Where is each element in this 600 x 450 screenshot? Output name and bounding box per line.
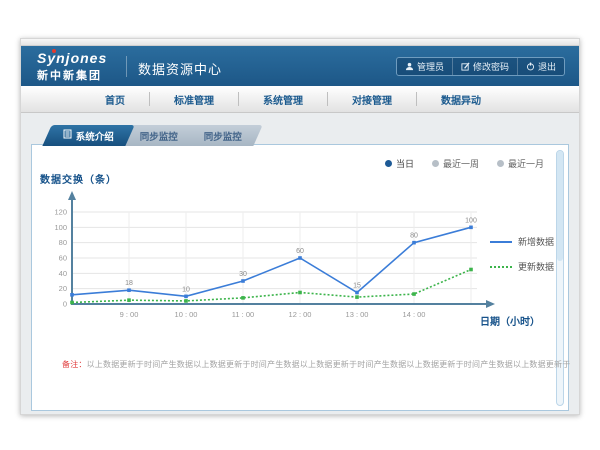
nav-item-standard-management[interactable]: 标准管理 — [150, 92, 238, 107]
legend-updated-data-label: 更新数据 — [518, 260, 554, 273]
svg-text:18: 18 — [125, 280, 133, 287]
radio-dot-icon — [497, 160, 504, 167]
user-actions: 管理员 修改密码 退出 — [396, 57, 565, 76]
svg-text:100: 100 — [465, 217, 477, 224]
logout-label: 退出 — [538, 60, 556, 73]
radio-today-label: 当日 — [396, 157, 414, 170]
radio-today[interactable]: 当日 — [385, 157, 414, 170]
radio-dot-icon — [432, 160, 439, 167]
svg-text:12 : 00: 12 : 00 — [289, 310, 312, 319]
svg-text:120: 120 — [54, 208, 67, 217]
admin-user-label: 管理员 — [417, 60, 444, 73]
footnote-text: 以上数据更新于时间产生数据以上数据更新于时间产生数据以上数据更新于时间产生数据以… — [87, 360, 571, 369]
change-password-label: 修改密码 — [473, 60, 509, 73]
legend-line-solid-icon — [490, 241, 512, 243]
legend-line-dotted-icon — [490, 266, 512, 268]
nav-item-data-change[interactable]: 数据异动 — [417, 92, 505, 107]
tab-label: 同步监控 — [140, 129, 178, 143]
svg-text:30: 30 — [239, 271, 247, 278]
logo-red-dot-icon — [52, 49, 56, 53]
nav-item-system-management[interactable]: 系统管理 — [239, 92, 327, 107]
svg-text:80: 80 — [59, 238, 67, 247]
app-header: Synjones 新中新集团 数据资源中心 管理员 修改密码 — [21, 46, 579, 86]
chart-panel: 当日 最近一周 最近一月 数据交换（条） 0 20 40 60 80 100 120 9 : … — [31, 144, 569, 411]
app-title: 数据资源中心 — [138, 59, 222, 78]
footnote-label: 备注： — [62, 360, 87, 369]
radio-last-month[interactable]: 最近一月 — [497, 157, 544, 170]
document-icon — [63, 129, 72, 142]
x-axis-title: 日期（小时） — [480, 313, 540, 328]
svg-text:40: 40 — [59, 269, 67, 278]
window-top-strip — [21, 39, 579, 46]
legend-item-updated-data[interactable]: 更新数据 — [490, 260, 554, 273]
tab-sync-monitor-2[interactable]: 同步监控 — [183, 125, 262, 146]
svg-text:10: 10 — [182, 286, 190, 293]
admin-user-button[interactable]: 管理员 — [397, 58, 452, 75]
radio-last-month-label: 最近一月 — [508, 157, 544, 170]
svg-text:14 : 00: 14 : 00 — [403, 310, 426, 319]
scrollbar-thumb[interactable] — [557, 151, 563, 261]
svg-text:9 : 00: 9 : 00 — [120, 310, 139, 319]
header-divider — [126, 56, 127, 77]
tab-label: 系统介绍 — [76, 129, 114, 143]
svg-text:0: 0 — [63, 300, 67, 309]
nav-item-home[interactable]: 首页 — [81, 92, 149, 107]
svg-text:60: 60 — [296, 248, 304, 255]
radio-last-week[interactable]: 最近一周 — [432, 157, 479, 170]
svg-text:100: 100 — [54, 223, 67, 232]
footnote: 备注：以上数据更新于时间产生数据以上数据更新于时间产生数据以上数据更新于时间产生… — [62, 359, 552, 370]
logout-button[interactable]: 退出 — [517, 58, 564, 75]
main-nav: 首页 标准管理 系统管理 对接管理 数据异动 — [21, 86, 579, 113]
svg-text:60: 60 — [59, 254, 67, 263]
power-icon — [526, 62, 535, 71]
app-window: Synjones 新中新集团 数据资源中心 管理员 修改密码 — [20, 38, 580, 415]
logo-wordmark: Synjones — [37, 50, 107, 66]
svg-text:80: 80 — [410, 233, 418, 240]
brand-logo: Synjones 新中新集团 — [37, 50, 107, 83]
svg-text:11 : 00: 11 : 00 — [232, 310, 254, 319]
svg-text:20: 20 — [59, 284, 67, 293]
svg-text:10 : 00: 10 : 00 — [175, 310, 198, 319]
tab-label: 同步监控 — [204, 129, 242, 143]
chart-svg: 0 20 40 60 80 100 120 9 : 00 10 : 00 11 : 00 12 : … — [32, 185, 502, 330]
series-legend: 新增数据 更新数据 — [490, 235, 554, 273]
logo-company-name: 新中新集团 — [37, 67, 107, 83]
radio-dot-icon — [385, 160, 392, 167]
svg-text:13 : 00: 13 : 00 — [346, 310, 369, 319]
radio-last-week-label: 最近一周 — [443, 157, 479, 170]
y-axis-title: 数据交换（条） — [40, 171, 117, 186]
tab-system-intro[interactable]: 系统介绍 — [42, 125, 134, 146]
nav-item-interface-management[interactable]: 对接管理 — [328, 92, 416, 107]
legend-item-new-data[interactable]: 新增数据 — [490, 235, 554, 248]
legend-new-data-label: 新增数据 — [518, 235, 554, 248]
page: Synjones 新中新集团 数据资源中心 管理员 修改密码 — [0, 0, 600, 450]
change-password-button[interactable]: 修改密码 — [452, 58, 517, 75]
svg-text:15: 15 — [353, 283, 361, 290]
time-range-filter: 当日 最近一周 最近一月 — [385, 157, 544, 170]
tab-bar: 系统介绍 同步监控 同步监控 — [47, 125, 252, 146]
user-icon — [405, 62, 414, 71]
edit-icon — [461, 62, 470, 71]
